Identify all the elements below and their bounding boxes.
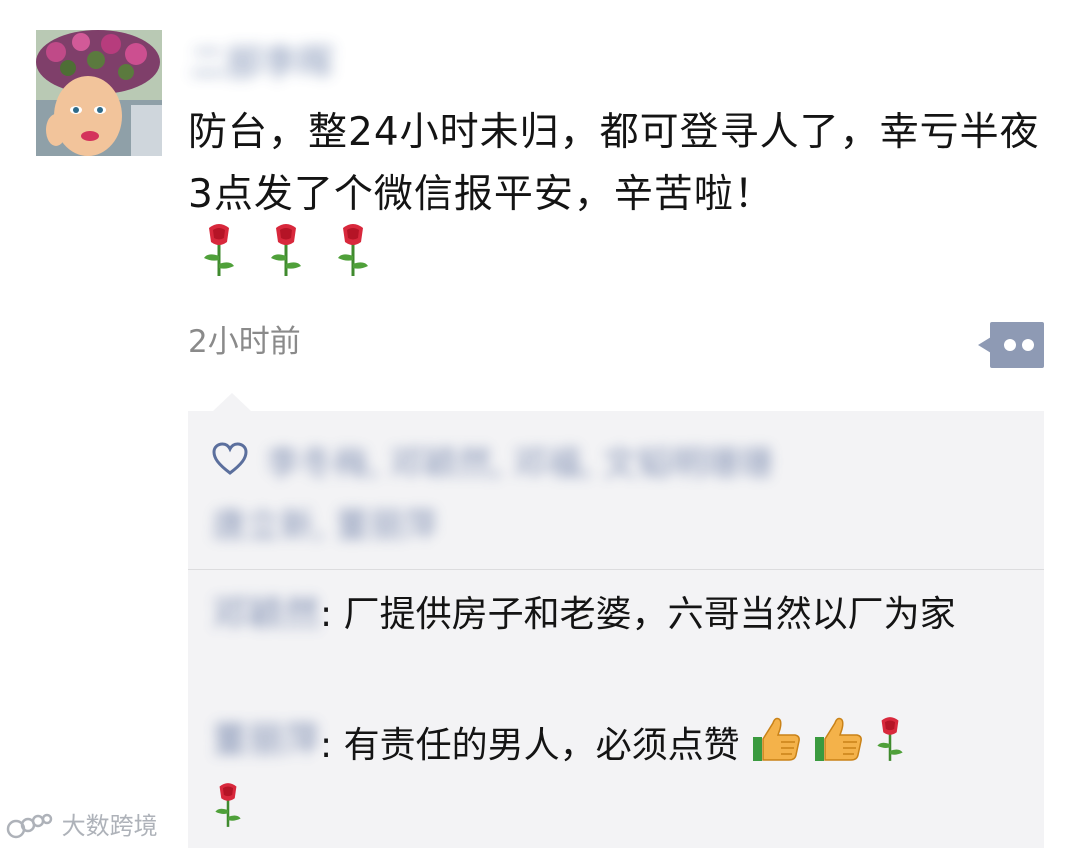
rose-emoji (334, 222, 372, 278)
divider (188, 569, 1044, 570)
likers-list-continued[interactable]: 唐立新, 董丽萍 (212, 498, 932, 554)
rose-emoji (212, 780, 244, 846)
panel-pointer (212, 393, 252, 412)
comment-text: 厂提供房子和老婆，六哥当然以厂为家 (343, 594, 956, 635)
comment-author[interactable]: 邓颖然 (212, 588, 320, 642)
watermark-logo-icon (6, 813, 53, 839)
comment-separator: : (320, 725, 344, 766)
thumbs-up-emoji (751, 715, 801, 779)
post-emoji-row (200, 222, 396, 280)
likers-list[interactable]: 李冬梅, 邓颖然, 邓福, 文韬明珊珊 (266, 436, 986, 492)
comment-separator: : (320, 594, 344, 635)
thumbs-up-emoji (813, 715, 863, 779)
post-text: 防台，整24小时未归，都可登寻人了，幸亏半夜3点发了个微信报平安，辛苦啦！ (188, 110, 1040, 217)
avatar[interactable] (36, 30, 162, 156)
comment-item[interactable]: 邓颖然: 厂提供房子和老婆，六哥当然以厂为家 (212, 588, 1012, 642)
rose-emoji (200, 222, 238, 278)
heart-icon (212, 442, 248, 476)
more-dots-icon[interactable] (978, 322, 1044, 368)
post-author-name[interactable]: 二部李晖 (190, 44, 380, 84)
rose-emoji (267, 222, 305, 278)
comment-item[interactable]: 董丽萍: 有责任的男人，必须点赞 (212, 714, 1012, 846)
post-timestamp: 2小时前 (188, 324, 301, 360)
comment-text: 有责任的男人，必须点赞 (343, 725, 740, 766)
watermark-text: 大数跨境 (61, 812, 158, 840)
rose-emoji (874, 714, 906, 780)
comment-author[interactable]: 董丽萍 (212, 714, 320, 768)
watermark: 大数跨境 (6, 806, 158, 846)
